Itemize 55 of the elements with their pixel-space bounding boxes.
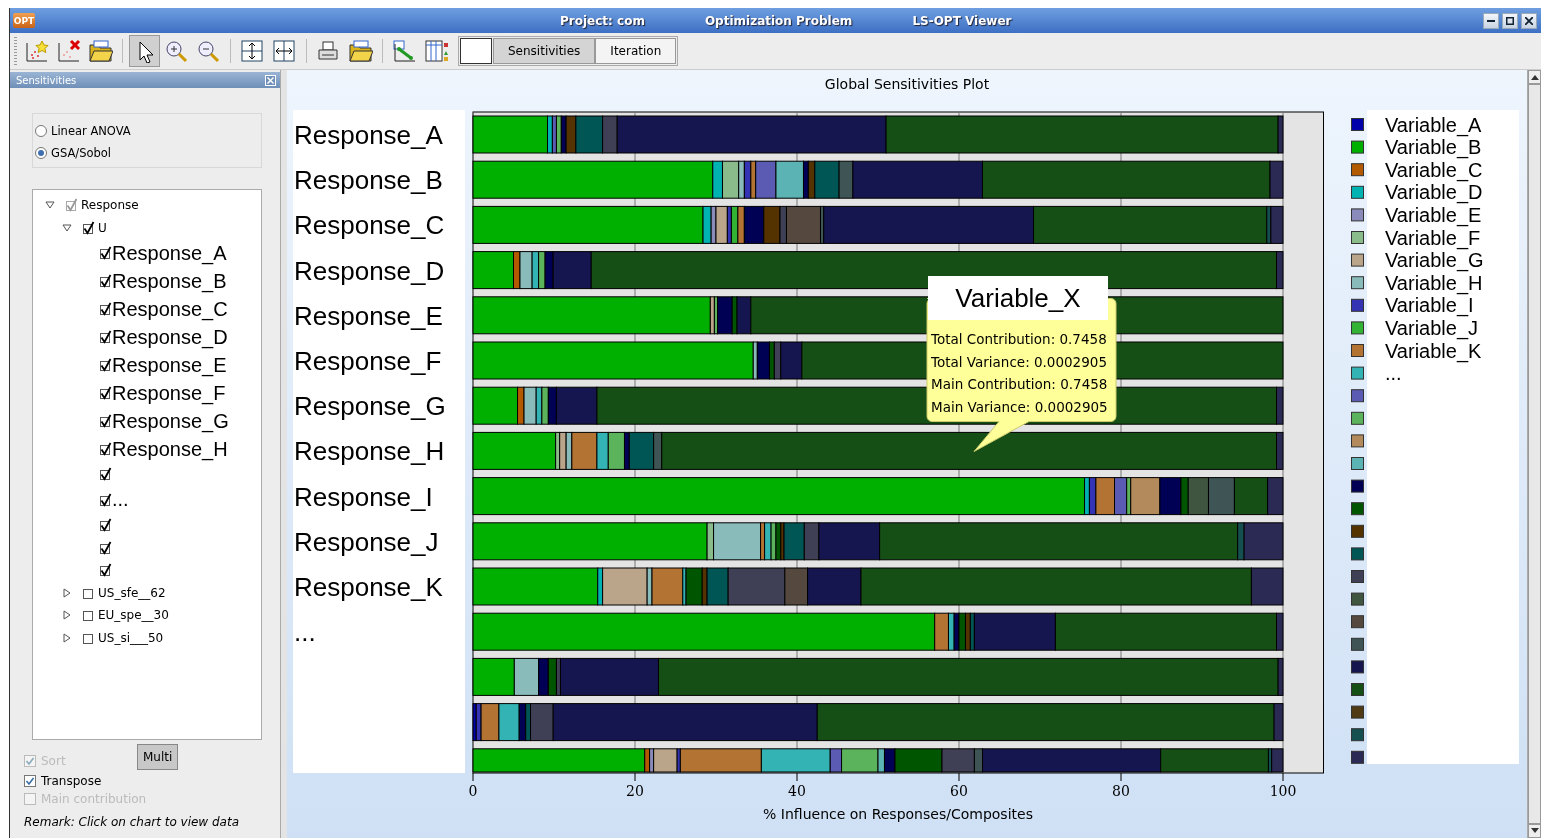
response-label: Response_K	[294, 572, 443, 602]
legend-label: Variable_F	[1385, 226, 1481, 249]
response-label: Response_A	[294, 120, 443, 150]
x-tick-label: 0	[468, 783, 478, 799]
tooltip-text: Main Contribution: 0.7458	[931, 375, 1108, 393]
legend-label: Variable_H	[1385, 271, 1483, 294]
multi-button[interactable]: Multi	[137, 744, 179, 770]
response-label: Response_B	[294, 165, 443, 196]
x-tick-label: 20	[626, 783, 644, 799]
chart-title: Global Sensitivities Plot	[824, 76, 990, 92]
legend-label: Variable_I	[1385, 294, 1474, 317]
legend-label: ...	[1385, 362, 1402, 385]
legend-label: Variable_B	[1385, 136, 1482, 159]
tooltip-text: Total Variance: 0.0002905	[931, 352, 1108, 371]
tooltip-text: Total Contribution: 0.7458	[931, 330, 1108, 348]
x-axis-label: % Influence on Responses/Composites	[763, 806, 1033, 822]
x-tick-label: 40	[788, 783, 806, 799]
x-tick: 0	[468, 772, 478, 799]
x-tick: 100	[1269, 772, 1297, 799]
legend-label: Variable_D	[1385, 181, 1483, 204]
legend-label: Variable_K	[1385, 339, 1482, 362]
legend-label: Variable_E	[1385, 203, 1482, 226]
window-title: Optimization Problem	[704, 13, 853, 28]
view-tab[interactable]: Iteration	[595, 38, 677, 64]
panel-title: Sensitivities	[16, 74, 77, 86]
response-label: Response_E	[294, 300, 443, 331]
response-label: Response_F	[294, 346, 442, 376]
legend-label: Variable_J	[1385, 316, 1479, 339]
response-label: Response_C	[294, 210, 445, 241]
app-icon: OPT	[13, 13, 35, 28]
radio-label: GSA/Sobol	[51, 146, 112, 160]
response-label: Response_G	[294, 391, 446, 422]
option-label: Transpose	[41, 774, 102, 788]
tooltip-title: Variable_X	[928, 276, 1108, 320]
x-tick-label: 60	[950, 783, 968, 799]
response-label: Response_J	[294, 526, 439, 557]
window-title: LS-OPT Viewer	[912, 13, 1012, 28]
response-label: Response_D	[294, 255, 445, 286]
x-tick: 40	[788, 772, 806, 799]
window-title: Project: com	[560, 13, 645, 28]
view-tab[interactable]: Sensitivities	[493, 38, 596, 64]
legend-label: Variable_G	[1385, 249, 1484, 272]
x-tick: 80	[1112, 772, 1130, 799]
x-tick: 20	[626, 772, 644, 799]
remark-text: Remark: Click on chart to view data	[24, 815, 241, 829]
legend-label: Variable_A	[1385, 113, 1482, 136]
response-label: Response_H	[294, 436, 445, 467]
x-tick-label: 80	[1112, 783, 1130, 799]
radio-label: Linear ANOVA	[51, 124, 131, 138]
x-tick: 60	[950, 772, 968, 799]
tooltip-text: Main Variance: 0.0002905	[931, 397, 1108, 416]
legend-label: Variable_C	[1385, 158, 1483, 181]
response-label: Response_I	[294, 481, 433, 512]
x-tick-label: 100	[1269, 783, 1297, 799]
response-label: ...	[294, 617, 316, 648]
